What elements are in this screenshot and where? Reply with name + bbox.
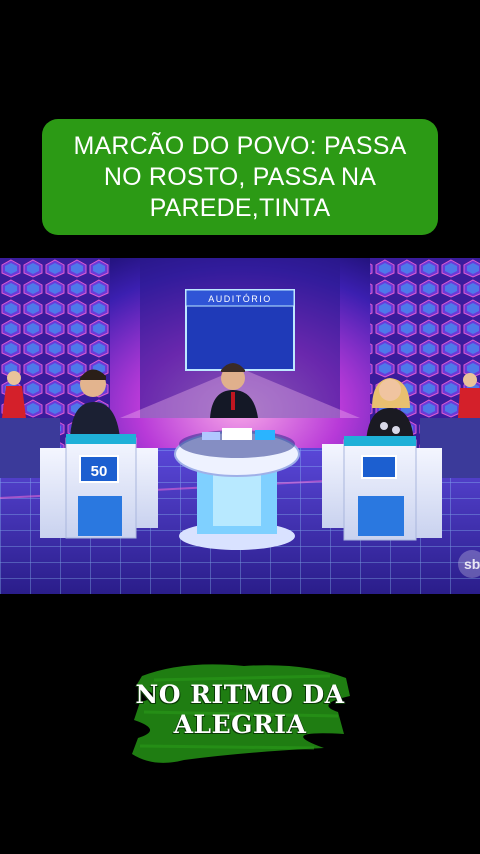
screen-label: AUDITÓRIO: [208, 294, 272, 304]
video-frame: AUDITÓRIO 50 sb: [0, 258, 480, 594]
tv-studio-scene: AUDITÓRIO 50 sb: [0, 258, 480, 594]
caption-box: MARCÃO DO POVO: PASSA NO ROSTO, PASSA NA…: [42, 119, 438, 235]
score-left: 50: [91, 463, 108, 480]
overlay-text: NO RITMO DA ALEGRIA: [124, 680, 356, 740]
left-podium: 50: [40, 434, 158, 539]
right-podium: [322, 436, 442, 541]
auditorio-screen: AUDITÓRIO: [185, 289, 295, 371]
caption-text: MARCÃO DO POVO: PASSA NO ROSTO, PASSA NA…: [73, 131, 407, 222]
overlay-line2: ALEGRIA: [173, 710, 307, 739]
channel-logo-text: sb: [464, 556, 480, 572]
overlay-line1: NO RITMO DA: [135, 680, 345, 709]
